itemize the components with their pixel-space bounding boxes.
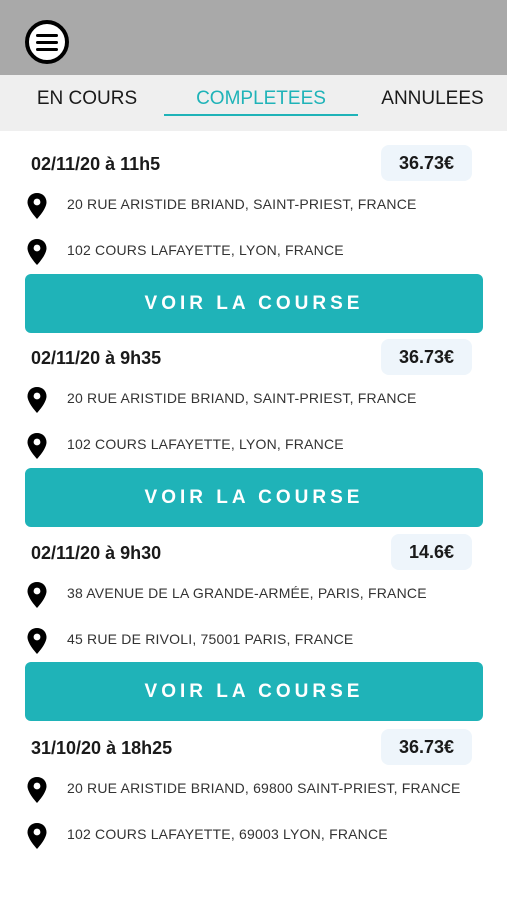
- pickup-address-text: 20 RUE ARISTIDE BRIAND, SAINT-PRIEST, FR…: [67, 196, 417, 212]
- hamburger-menu-icon[interactable]: [25, 20, 69, 64]
- pickup-address: 38 AVENUE DE LA GRANDE-ARMÉE, PARIS, FRA…: [0, 582, 507, 608]
- tab-completees[interactable]: COMPLETEES: [164, 75, 358, 131]
- dropoff-address-text: 45 RUE DE RIVOLI, 75001 PARIS, FRANCE: [67, 631, 354, 647]
- dropoff-address-text: 102 COURS LAFAYETTE, 69003 LYON, FRANCE: [67, 826, 388, 842]
- pickup-address-text: 20 RUE ARISTIDE BRIAND, 69800 SAINT-PRIE…: [67, 780, 461, 796]
- location-pin-icon: [27, 193, 47, 219]
- location-pin-icon: [27, 628, 47, 654]
- tab-en-cours[interactable]: EN COURS: [0, 75, 174, 131]
- dropoff-address: 102 COURS LAFAYETTE, LYON, FRANCE: [0, 433, 507, 459]
- ride-price-badge: 36.73€: [380, 145, 472, 181]
- location-pin-icon: [27, 582, 47, 608]
- location-pin-icon: [27, 823, 47, 849]
- pickup-address: 20 RUE ARISTIDE BRIAND, SAINT-PRIEST, FR…: [0, 193, 507, 219]
- menu-line: [36, 33, 58, 37]
- tab-bar: EN COURS COMPLETEES ANNULEES: [0, 75, 507, 131]
- dropoff-address: 45 RUE DE RIVOLI, 75001 PARIS, FRANCE: [0, 628, 507, 654]
- pickup-address-text: 20 RUE ARISTIDE BRIAND, SAINT-PRIEST, FR…: [67, 390, 417, 406]
- ride-date: 31/10/20 à 18h25: [31, 738, 173, 758]
- dropoff-address-text: 102 COURS LAFAYETTE, LYON, FRANCE: [67, 242, 344, 258]
- active-tab-indicator: [164, 114, 358, 116]
- dropoff-address: 102 COURS LAFAYETTE, 69003 LYON, FRANCE: [0, 823, 507, 849]
- location-pin-icon: [27, 387, 47, 413]
- dropoff-address: 102 COURS LAFAYETTE, LYON, FRANCE: [0, 239, 507, 265]
- ride-date: 02/11/20 à 11h5: [31, 154, 161, 174]
- pickup-address: 20 RUE ARISTIDE BRIAND, SAINT-PRIEST, FR…: [0, 387, 507, 413]
- voir-la-course-button[interactable]: VOIR LA COURSE: [25, 468, 483, 527]
- location-pin-icon: [27, 239, 47, 265]
- ride-price-badge: 14.6€: [390, 534, 472, 570]
- location-pin-icon: [27, 433, 47, 459]
- location-pin-icon: [27, 777, 47, 803]
- ride-price-badge: 36.73€: [380, 339, 472, 375]
- ride-price-badge: 36.73€: [380, 729, 472, 765]
- menu-line: [36, 47, 58, 51]
- menu-line: [36, 40, 58, 44]
- pickup-address-text: 38 AVENUE DE LA GRANDE-ARMÉE, PARIS, FRA…: [67, 585, 427, 601]
- dropoff-address-text: 102 COURS LAFAYETTE, LYON, FRANCE: [67, 436, 344, 452]
- voir-la-course-button[interactable]: VOIR LA COURSE: [25, 662, 483, 721]
- tab-annulees[interactable]: ANNULEES: [358, 75, 507, 131]
- ride-date: 02/11/20 à 9h35: [31, 348, 162, 368]
- voir-la-course-button[interactable]: VOIR LA COURSE: [25, 274, 483, 333]
- pickup-address: 20 RUE ARISTIDE BRIAND, 69800 SAINT-PRIE…: [0, 777, 507, 803]
- top-bar: [0, 0, 507, 75]
- ride-date: 02/11/20 à 9h30: [31, 543, 162, 563]
